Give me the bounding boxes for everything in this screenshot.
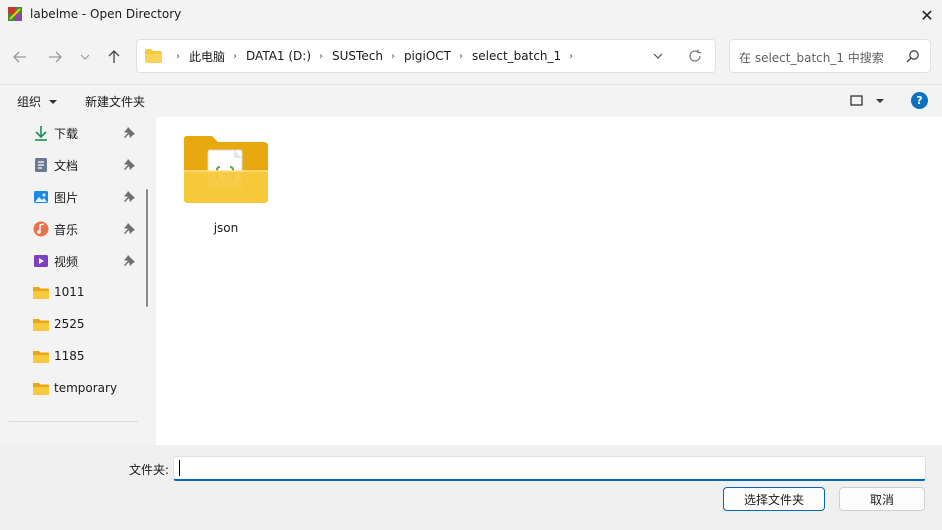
breadcrumb-item-data1[interactable]: DATA1 (D:) xyxy=(243,49,314,63)
breadcrumb-separator[interactable]: › xyxy=(314,51,329,62)
sidebar-item-folder-1011[interactable]: 1011 xyxy=(0,277,140,309)
address-history-button[interactable] xyxy=(650,48,666,64)
file-list: json xyxy=(156,117,942,445)
breadcrumb-item-select-batch[interactable]: select_batch_1 xyxy=(469,49,564,63)
sidebar-item-documents[interactable]: 文档 xyxy=(0,149,140,181)
breadcrumb: › 此电脑 › DATA1 (D:) › SUSTech › pigiOCT ›… xyxy=(171,40,579,72)
up-button[interactable] xyxy=(102,45,126,69)
breadcrumb-item-sustech[interactable]: SUSTech xyxy=(329,49,386,63)
caret-down-icon xyxy=(876,99,884,103)
breadcrumb-separator[interactable]: › xyxy=(564,51,579,62)
sidebar-scrollbar[interactable] xyxy=(146,189,148,307)
sidebar-item-downloads[interactable]: 下载 xyxy=(0,117,140,149)
view-icon xyxy=(850,95,863,106)
navigation-row: › 此电脑 › DATA1 (D:) › SUSTech › pigiOCT ›… xyxy=(0,30,942,84)
sidebar-item-label: temporary xyxy=(54,381,118,395)
sidebar-item-label: 1011 xyxy=(54,285,85,299)
pin-icon xyxy=(124,223,135,234)
close-button[interactable]: ✕ xyxy=(912,0,942,30)
folder-icon xyxy=(33,319,49,331)
sidebar-item-label: 视频 xyxy=(54,255,79,269)
address-bar[interactable]: › 此电脑 › DATA1 (D:) › SUSTech › pigiOCT ›… xyxy=(136,39,716,73)
sidebar-item-folder-2525[interactable]: 2525 xyxy=(0,309,140,341)
dialog-footer: 文件夹: 选择文件夹 取消 xyxy=(0,445,942,530)
sidebar-item-label: 图片 xyxy=(54,191,79,205)
pictures-icon xyxy=(34,191,48,203)
help-button[interactable]: ? xyxy=(911,92,928,109)
folder-name-input[interactable] xyxy=(173,456,926,481)
arrow-left-icon xyxy=(13,51,26,63)
sidebar-item-label: 文档 xyxy=(54,159,79,173)
labelme-app-icon xyxy=(8,7,22,21)
breadcrumb-separator[interactable]: › xyxy=(171,51,186,62)
breadcrumb-item-this-pc[interactable]: 此电脑 xyxy=(186,48,228,65)
close-icon: ✕ xyxy=(920,5,934,25)
refresh-icon xyxy=(689,49,701,62)
pin-icon xyxy=(124,255,135,266)
forward-button[interactable] xyxy=(43,45,67,69)
folder-with-file-icon xyxy=(184,136,268,203)
breadcrumb-item-pigioct[interactable]: pigiOCT xyxy=(401,49,454,63)
breadcrumb-separator[interactable]: › xyxy=(228,51,243,62)
caret-down-icon xyxy=(49,99,58,104)
sidebar-item-videos[interactable]: 视频 xyxy=(0,245,140,277)
download-icon xyxy=(35,126,47,141)
sidebar-item-label: 1185 xyxy=(54,349,85,363)
text-caret xyxy=(179,460,180,476)
search-icon[interactable] xyxy=(906,49,920,63)
folder-field-label: 文件夹: xyxy=(129,463,170,477)
folder-item-json[interactable]: json xyxy=(180,133,272,243)
videos-icon xyxy=(34,255,48,267)
pin-icon xyxy=(124,191,135,202)
sidebar-item-label: 音乐 xyxy=(54,223,79,237)
search-box[interactable]: 在 select_batch_1 中搜索 xyxy=(729,39,931,73)
breadcrumb-separator[interactable]: › xyxy=(454,51,469,62)
sidebar-divider xyxy=(9,421,138,422)
view-options-button[interactable] xyxy=(850,92,890,110)
sidebar-item-label: 2525 xyxy=(54,317,85,331)
title-bar: labelme - Open Directory ✕ xyxy=(0,0,942,30)
arrow-up-icon xyxy=(108,50,120,63)
folder-item-label: json xyxy=(213,221,239,235)
command-bar: 组织 新建文件夹 ? xyxy=(0,84,942,116)
folder-icon xyxy=(33,287,49,299)
folder-icon xyxy=(145,49,162,63)
search-placeholder: 在 select_batch_1 中搜索 xyxy=(739,51,884,65)
sidebar-item-pictures[interactable]: 图片 xyxy=(0,181,140,213)
folder-icon xyxy=(33,351,49,363)
new-folder-button[interactable]: 新建文件夹 xyxy=(85,93,145,110)
sidebar-item-folder-1185[interactable]: 1185 xyxy=(0,341,140,373)
arrow-right-icon xyxy=(49,51,62,63)
pin-icon xyxy=(124,159,135,170)
select-folder-button[interactable]: 选择文件夹 xyxy=(723,487,825,511)
refresh-button[interactable] xyxy=(687,48,703,64)
cancel-button[interactable]: 取消 xyxy=(839,487,925,511)
pin-icon xyxy=(124,127,135,138)
organize-label: 组织 xyxy=(17,95,42,109)
sidebar-item-music[interactable]: 音乐 xyxy=(0,213,140,245)
document-icon xyxy=(35,158,47,172)
organize-menu[interactable]: 组织 xyxy=(17,93,59,110)
folder-icon xyxy=(33,383,49,395)
sidebar-item-folder-temporary[interactable]: temporary xyxy=(0,373,140,405)
chevron-down-icon xyxy=(80,54,90,60)
music-icon xyxy=(33,221,49,237)
window-title: labelme - Open Directory xyxy=(30,7,182,21)
sidebar-item-label: 下载 xyxy=(54,127,79,141)
chevron-down-icon xyxy=(653,53,663,59)
back-button[interactable] xyxy=(8,45,32,69)
breadcrumb-separator[interactable]: › xyxy=(386,51,401,62)
help-icon: ? xyxy=(916,94,923,107)
recent-locations-button[interactable] xyxy=(73,45,97,69)
navigation-pane: 下载 文档 图片 音乐 视频 1011 2525 1185 temporary xyxy=(0,117,140,445)
